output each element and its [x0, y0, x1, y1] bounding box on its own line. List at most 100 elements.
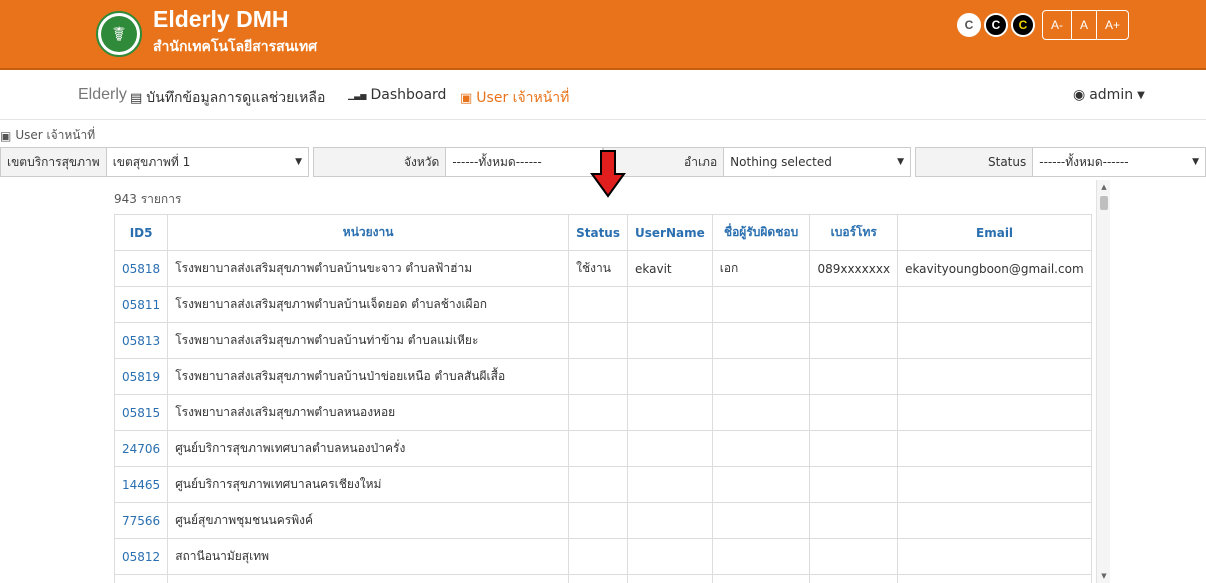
row-username: [627, 538, 713, 575]
province-select[interactable]: ------ทั้งหมด------: [446, 148, 602, 176]
nav-item-user-staff[interactable]: ▣ User เจ้าหน้าที่: [460, 87, 569, 109]
row-phone: 089xxxxxxx: [809, 250, 899, 287]
column-header-email[interactable]: Email: [897, 214, 1092, 251]
row-email: [897, 466, 1092, 503]
province-select-value: ------ทั้งหมด------: [452, 154, 542, 169]
row-username: [627, 502, 713, 539]
row-responsible: [711, 286, 811, 323]
row-email: [897, 394, 1092, 431]
caret-down-icon: ▼: [295, 157, 302, 167]
region-select[interactable]: เขตสุขภาพที่ 1 ▼: [107, 148, 308, 176]
row-status: ใช้งาน: [568, 250, 628, 287]
contrast-normal-button[interactable]: C: [957, 13, 981, 37]
row-username: [627, 286, 713, 323]
scroll-down-icon[interactable]: ▼: [1097, 569, 1111, 583]
row-responsible: [711, 394, 811, 431]
row-id5[interactable]: 14465: [114, 466, 169, 503]
row-username: [627, 466, 713, 503]
nav-item-label: User เจ้าหน้าที่: [476, 90, 570, 106]
region-select-value: เขตสุขภาพที่ 1: [112, 154, 191, 169]
row-status: [568, 430, 628, 467]
table-row[interactable]: 24706 ศูนย์บริการสุขภาพเทศบาลตำบลหนองป่าค…: [114, 430, 1092, 467]
main-navbar: Elderly ▤ บันทึกข้อมูลการดูแลช่วยเหลือ ▁…: [0, 72, 1206, 120]
status-select[interactable]: ------ทั้งหมด------ ▼: [1033, 148, 1205, 176]
row-id5[interactable]: 11119: [114, 574, 169, 583]
row-username: [627, 430, 713, 467]
breadcrumb-label: User เจ้าหน้าที่: [15, 128, 96, 142]
app-title: Elderly DMH: [153, 6, 289, 32]
row-id5[interactable]: 05812: [114, 538, 169, 575]
table-row[interactable]: 11119โรงพยาบาลดอยหล่อ: [114, 574, 1092, 583]
font-size-controls: A- A A+: [1042, 10, 1130, 40]
row-unit: โรงพยาบาลส่งเสริมสุขภาพตำบลบ้านเจ็ดยอด ต…: [167, 286, 570, 323]
filter-province-label: จังหวัด: [314, 148, 447, 176]
row-id5[interactable]: 77566: [114, 502, 169, 539]
table-header-row: ID5 หน่วยงาน Status UserName ชื่อผู้รับผ…: [114, 214, 1092, 251]
row-phone: [809, 502, 899, 539]
nav-item-care-record[interactable]: ▤ บันทึกข้อมูลการดูแลช่วยเหลือ: [130, 87, 325, 109]
row-id5[interactable]: 05813: [114, 322, 169, 359]
record-count: 943 รายการ: [114, 192, 182, 206]
district-select[interactable]: Nothing selected ▼: [724, 148, 910, 176]
table-row[interactable]: 05812 สถานีอนามัยสุเทพ: [114, 538, 1092, 575]
row-unit: ศูนย์บริการสุขภาพเทศบาลนครเชียงใหม่: [167, 466, 570, 503]
filter-region-label: เขตบริการสุขภาพ: [1, 148, 107, 176]
table-row[interactable]: 05815 โรงพยาบาลส่งเสริมสุขภาพตำบลหนองหอย: [114, 394, 1092, 431]
column-header-id5[interactable]: ID5: [114, 214, 169, 251]
id-card-icon: ▣: [0, 128, 12, 143]
row-email: [897, 430, 1092, 467]
contrast-yellow-button[interactable]: C: [1011, 13, 1035, 37]
column-header-username[interactable]: UserName: [627, 214, 713, 251]
column-header-phone[interactable]: เบอร์โทร: [809, 214, 899, 251]
chevron-down-icon: ▼: [1137, 89, 1145, 101]
filter-district: อำเภอ Nothing selected ▼: [603, 147, 911, 177]
table-row[interactable]: 05818 โรงพยาบาลส่งเสริมสุขภาพตำบลบ้านขะจา…: [114, 250, 1092, 287]
chart-icon: ▁▃▅: [348, 90, 367, 100]
row-username: [627, 358, 713, 395]
row-status: [568, 358, 628, 395]
scroll-up-icon[interactable]: ▲: [1097, 180, 1111, 194]
row-email: [897, 574, 1092, 583]
filter-status: Status ------ทั้งหมด------ ▼: [915, 147, 1206, 177]
row-unit: โรงพยาบาลส่งเสริมสุขภาพตำบลหนองหอย: [167, 394, 570, 431]
table-row[interactable]: 05819 โรงพยาบาลส่งเสริมสุขภาพตำบลบ้านป่าข…: [114, 358, 1092, 395]
users-table-container: ID5 หน่วยงาน Status UserName ชื่อผู้รับผ…: [114, 214, 1094, 583]
scrollbar-thumb[interactable]: [1100, 196, 1108, 210]
red-down-arrow-icon: [590, 150, 626, 198]
row-unit: โรงพยาบาลส่งเสริมสุขภาพตำบลบ้านขะจาว ตำบ…: [167, 250, 570, 287]
row-id5[interactable]: 05811: [114, 286, 169, 323]
health-ministry-logo-icon: ☤: [96, 11, 142, 57]
row-username: ekavit: [627, 250, 713, 287]
table-row[interactable]: 05813 โรงพยาบาลส่งเสริมสุขภาพตำบลบ้านท่าข…: [114, 322, 1092, 359]
row-responsible: [711, 466, 811, 503]
table-row[interactable]: 77566 ศูนย์สุขภาพชุมชนนครพิงค์: [114, 502, 1092, 539]
row-id5[interactable]: 05815: [114, 394, 169, 431]
row-unit: ศูนย์สุขภาพชุมชนนครพิงค์: [167, 502, 570, 539]
contrast-dark-button[interactable]: C: [984, 13, 1008, 37]
row-id5[interactable]: 05819: [114, 358, 169, 395]
column-header-responsible[interactable]: ชื่อผู้รับผิดชอบ: [711, 214, 811, 251]
table-row[interactable]: 05811 โรงพยาบาลส่งเสริมสุขภาพตำบลบ้านเจ็ด…: [114, 286, 1092, 323]
caret-down-icon: ▼: [1192, 157, 1199, 167]
nav-brand[interactable]: Elderly: [78, 86, 127, 104]
vertical-scrollbar[interactable]: ▲ ▼: [1096, 180, 1110, 583]
row-id5[interactable]: 05818: [114, 250, 169, 287]
row-email: ekavityoungboon@gmail.com: [897, 250, 1092, 287]
font-increase-button[interactable]: A+: [1097, 11, 1128, 39]
row-id5[interactable]: 24706: [114, 430, 169, 467]
row-unit: สถานีอนามัยสุเทพ: [167, 538, 570, 575]
status-select-value: ------ทั้งหมด------: [1039, 154, 1129, 169]
row-phone: [809, 430, 899, 467]
font-normal-button[interactable]: A: [1072, 11, 1098, 39]
nav-item-label: บันทึกข้อมูลการดูแลช่วยเหลือ: [146, 90, 326, 106]
font-decrease-button[interactable]: A-: [1043, 11, 1072, 39]
column-header-status[interactable]: Status: [568, 214, 628, 251]
nav-item-dashboard[interactable]: ▁▃▅ Dashboard: [348, 87, 446, 103]
user-menu[interactable]: ◉ admin ▼: [1073, 87, 1145, 103]
table-row[interactable]: 14465 ศูนย์บริการสุขภาพเทศบาลนครเชียงใหม่: [114, 466, 1092, 503]
row-responsible: [711, 430, 811, 467]
column-header-unit[interactable]: หน่วยงาน: [167, 214, 570, 251]
row-phone: [809, 538, 899, 575]
caret-down-icon: ▼: [897, 157, 904, 167]
row-phone: [809, 286, 899, 323]
